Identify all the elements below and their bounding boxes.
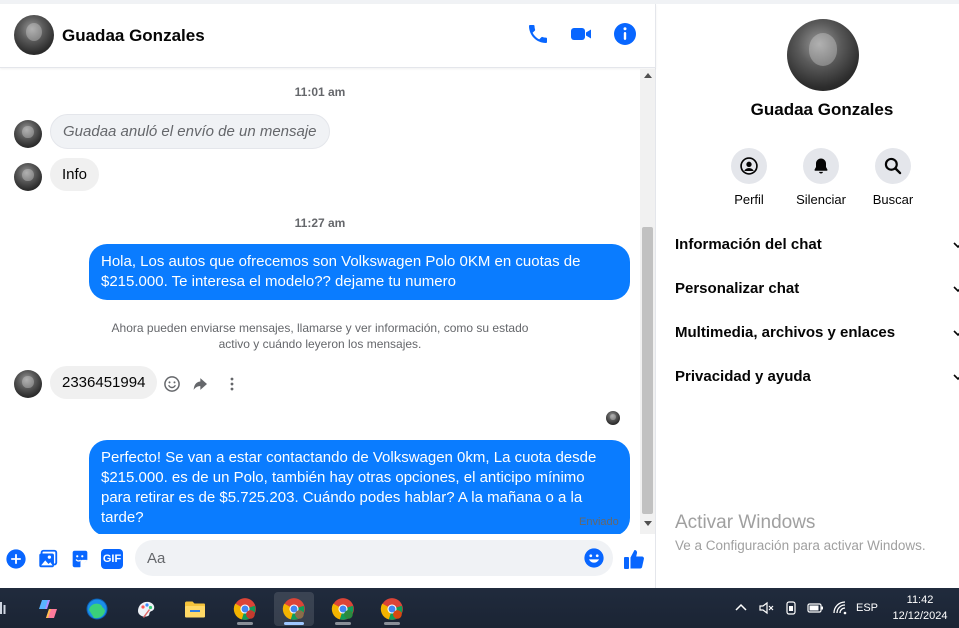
chevron-down-icon xyxy=(953,242,959,249)
profile-button[interactable]: Perfil xyxy=(709,148,789,207)
profile-name: Guadaa Gonzales xyxy=(750,100,894,119)
unsent-message[interactable]: Guadaa anuló el envío de un mensaje xyxy=(50,114,330,149)
message-list[interactable]: 11:01 am Guadaa anuló el envío de un men… xyxy=(0,69,640,534)
mute-button[interactable]: Silenciar xyxy=(781,148,861,207)
emoji-icon[interactable] xyxy=(583,547,605,569)
profile-avatar[interactable] xyxy=(787,19,859,91)
mute-label: Silenciar xyxy=(796,192,846,207)
gif-icon[interactable]: GIF xyxy=(101,549,123,569)
image-icon[interactable] xyxy=(37,548,59,570)
sender-avatar[interactable] xyxy=(14,120,42,148)
search-icon xyxy=(884,157,902,175)
section-chat-info[interactable]: Información del chat xyxy=(675,236,959,253)
chat-details-panel: Guadaa Gonzales Perfil Silenciar Buscar … xyxy=(657,4,959,588)
system-notice: Ahora pueden enviarse mensajes, llamarse… xyxy=(111,321,529,351)
clock[interactable]: 11:42 12/12/2024 xyxy=(888,592,952,624)
file-explorer-taskbar-icon[interactable] xyxy=(175,592,215,626)
section-customize-chat[interactable]: Personalizar chat xyxy=(675,280,959,297)
profile-icon xyxy=(740,157,758,175)
chrome-profile-v-taskbar-icon[interactable] xyxy=(323,592,363,626)
sticker-icon[interactable] xyxy=(69,548,91,570)
language-indicator[interactable]: ESP xyxy=(856,602,878,614)
sent-status: Enviado xyxy=(579,516,619,528)
sender-avatar[interactable] xyxy=(14,370,42,398)
chevron-up-icon[interactable] xyxy=(734,601,748,615)
search-button[interactable]: Buscar xyxy=(853,148,933,207)
scroll-down-arrow[interactable] xyxy=(644,521,652,526)
chat-header: Guadaa Gonzales xyxy=(0,4,656,68)
timestamp: 11:27 am xyxy=(294,216,346,230)
video-camera-icon[interactable] xyxy=(569,22,593,46)
reply-icon[interactable] xyxy=(192,374,212,394)
message-actions xyxy=(162,374,242,394)
edge-taskbar-icon[interactable] xyxy=(77,592,117,626)
clock-date: 12/12/2024 xyxy=(892,610,948,622)
section-media-files-links[interactable]: Multimedia, archivos y enlaces xyxy=(675,324,959,341)
messenger-app: Guadaa Gonzales 11:01 am Guadaa anuló el… xyxy=(0,0,959,588)
phone-icon[interactable] xyxy=(526,22,550,46)
incoming-message[interactable]: Info xyxy=(50,158,100,191)
profile-label: Perfil xyxy=(734,192,764,207)
react-emoji-icon[interactable] xyxy=(162,374,182,394)
chrome-profile-taskbar-icon[interactable] xyxy=(274,592,314,626)
chat-pane: Guadaa Gonzales 11:01 am Guadaa anuló el… xyxy=(0,4,656,588)
chevron-down-icon xyxy=(953,374,959,381)
composer: GIF Aa xyxy=(0,538,656,580)
thumbs-up-icon[interactable] xyxy=(622,547,646,571)
speaker-muted-icon[interactable] xyxy=(758,600,774,616)
scroll-thumb[interactable] xyxy=(642,227,653,514)
info-icon[interactable] xyxy=(613,22,637,46)
battery-icon[interactable] xyxy=(806,600,824,616)
chevron-down-icon xyxy=(953,330,959,337)
timestamp: 11:01 am xyxy=(294,85,346,99)
chevron-down-icon xyxy=(953,286,959,293)
contact-avatar[interactable] xyxy=(14,15,54,55)
more-options-icon[interactable] xyxy=(222,374,242,394)
message-input[interactable]: Aa xyxy=(135,540,613,576)
chrome-profile-t-taskbar-icon[interactable] xyxy=(372,592,412,626)
activation-watermark-title: Activar Windows xyxy=(675,512,816,533)
outgoing-message[interactable]: Perfecto! Se van a estar contactando de … xyxy=(89,440,630,534)
paint-taskbar-icon[interactable] xyxy=(126,592,166,626)
activation-watermark-subtitle: Ve a Configuración para activar Windows. xyxy=(675,538,926,553)
message-input-placeholder: Aa xyxy=(147,550,166,567)
plus-circle-icon[interactable] xyxy=(5,548,27,570)
bell-icon xyxy=(814,158,828,174)
chrome-taskbar-icon[interactable] xyxy=(225,592,265,626)
search-label: Buscar xyxy=(872,192,914,207)
outgoing-message[interactable]: Hola, Los autos que ofrecemos son Volksw… xyxy=(89,244,630,300)
sender-avatar[interactable] xyxy=(14,163,42,191)
message-scrollbar[interactable] xyxy=(640,69,655,534)
copilot-taskbar-icon[interactable] xyxy=(28,592,68,626)
section-privacy-help[interactable]: Privacidad y ayuda xyxy=(675,368,959,385)
taskbar-edge-icon xyxy=(0,600,6,616)
incoming-message[interactable]: 2336451994 xyxy=(50,366,158,399)
seen-avatar xyxy=(606,411,620,425)
scroll-up-arrow[interactable] xyxy=(644,73,652,78)
device-icon[interactable] xyxy=(784,600,798,616)
clock-time: 11:42 xyxy=(906,594,934,606)
wifi-icon[interactable] xyxy=(832,600,848,616)
contact-name[interactable]: Guadaa Gonzales xyxy=(62,26,205,46)
windows-taskbar: ESP 11:42 12/12/2024 xyxy=(0,588,959,628)
system-tray: ESP xyxy=(734,588,878,628)
